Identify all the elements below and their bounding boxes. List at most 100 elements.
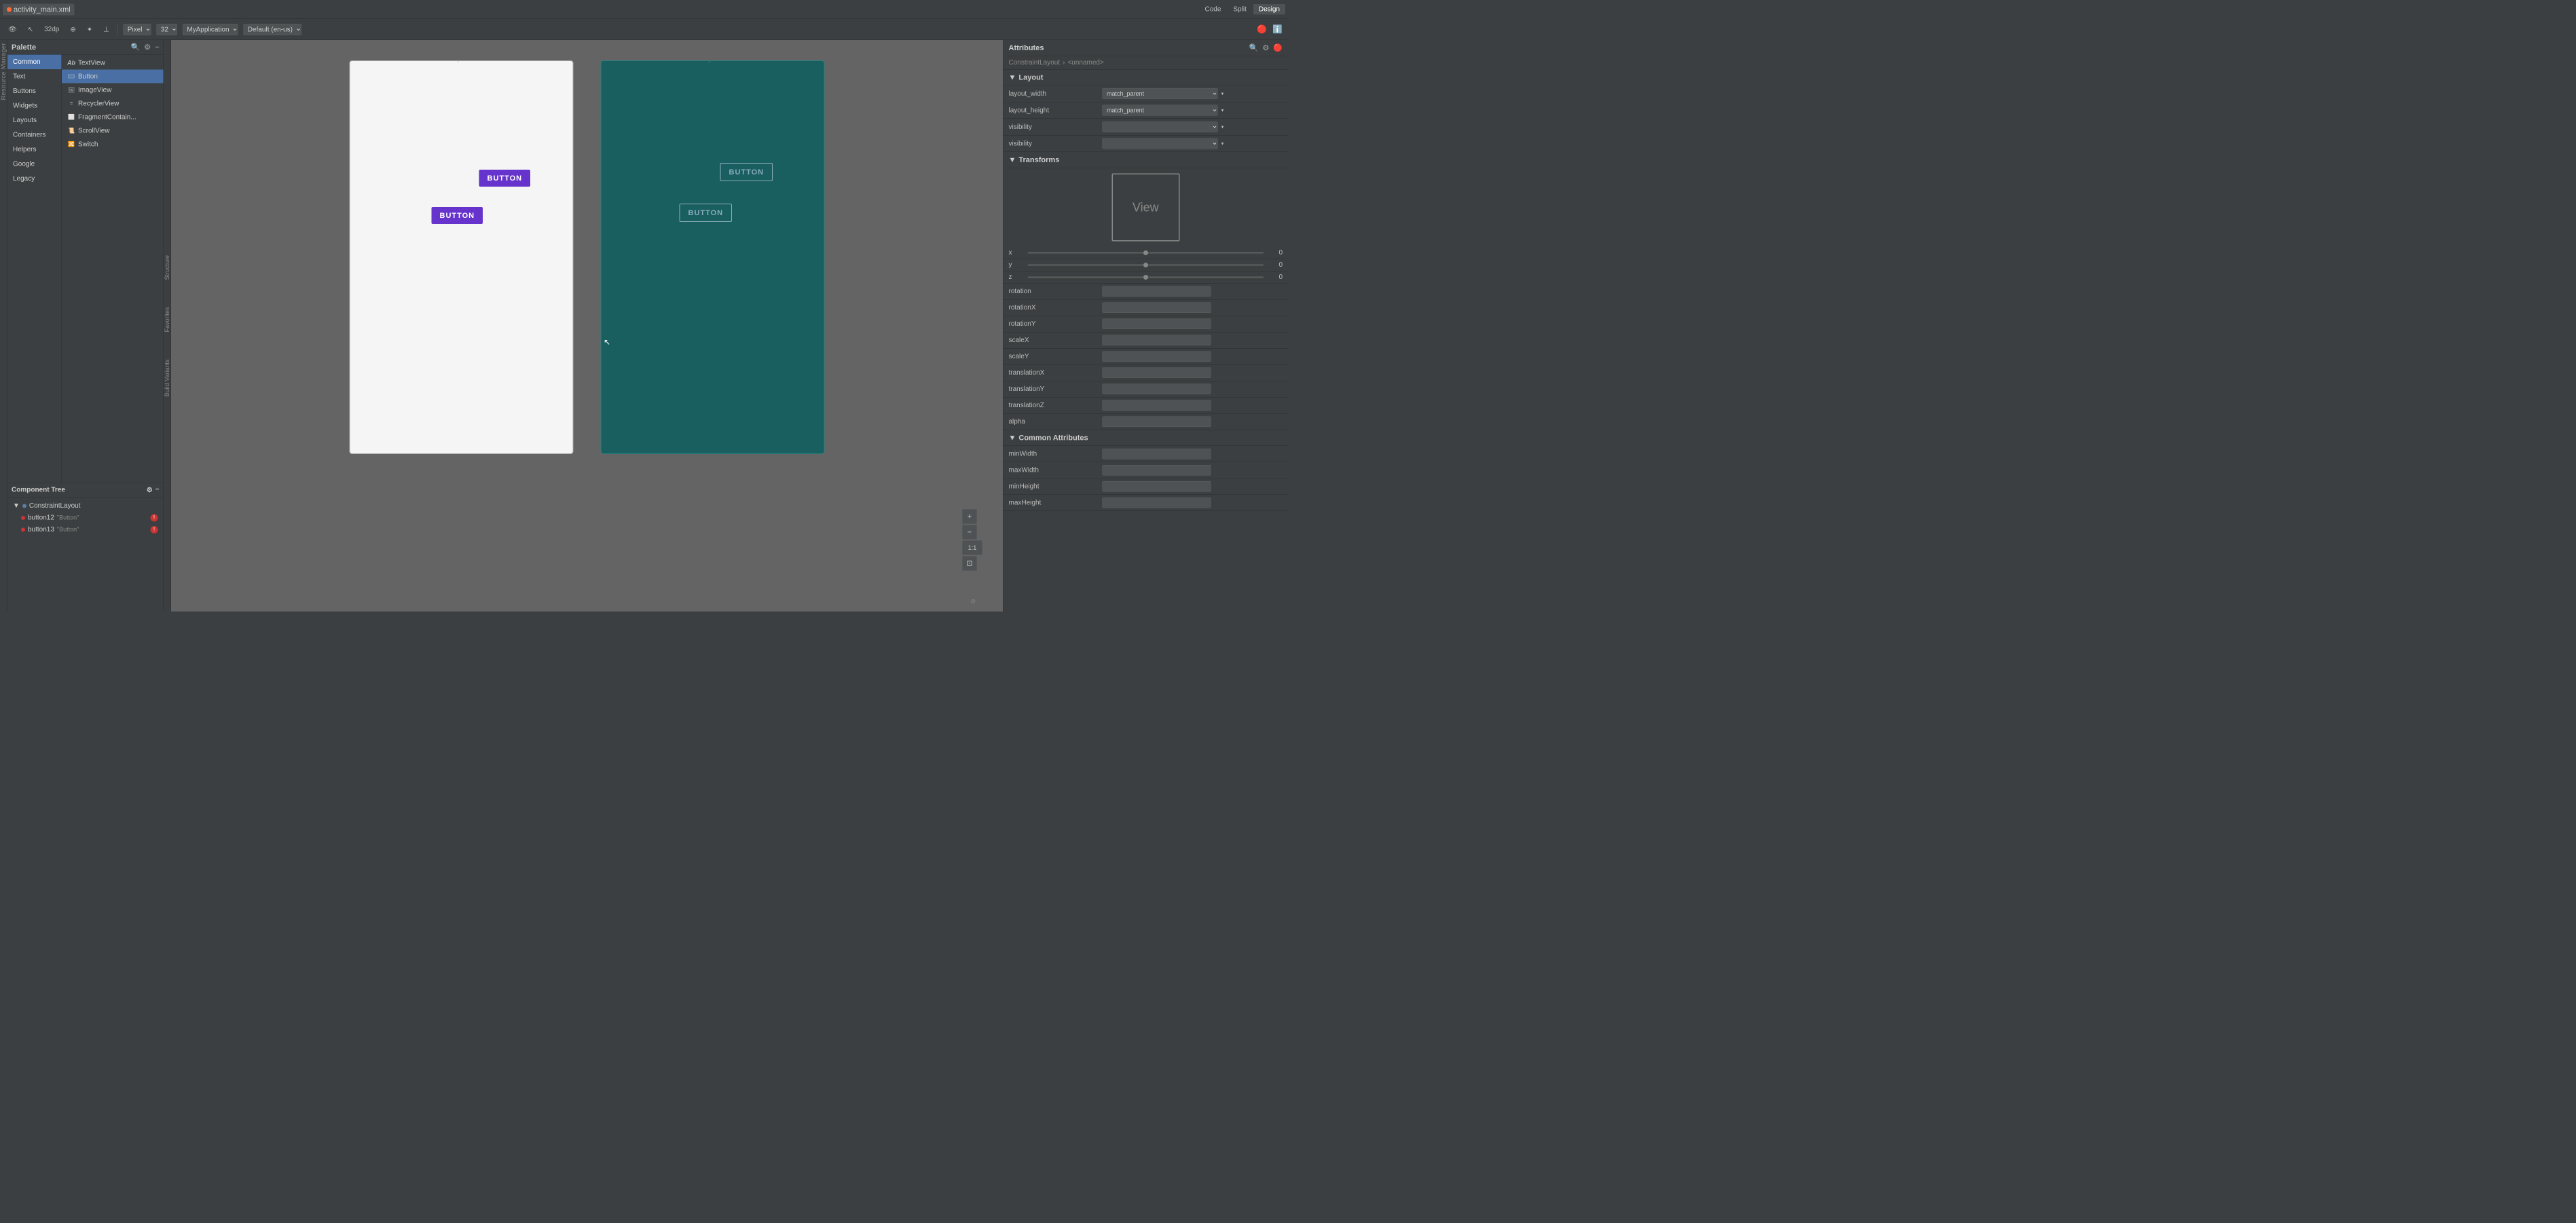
tree-item-button12[interactable]: button12 "Button" ! <box>7 512 164 524</box>
tree-minus-icon[interactable]: − <box>155 486 160 495</box>
canvas-button-3[interactable]: BUTTON <box>720 163 773 181</box>
layout-width-dropdown[interactable]: ▼ <box>1221 92 1225 96</box>
layout-height-value: match_parent ▼ <box>1103 105 1283 116</box>
alpha-input[interactable] <box>1103 417 1211 428</box>
widget-imageview[interactable]: 🖼 ImageView <box>62 83 164 97</box>
transforms-section-title[interactable]: ▼ Transforms <box>1004 152 1289 168</box>
minHeight-input[interactable] <box>1103 481 1211 492</box>
tab-design[interactable]: Design <box>1253 4 1285 15</box>
cat-google[interactable]: Google <box>7 157 62 172</box>
zoom-ratio-btn[interactable]: 1:1 <box>962 540 982 555</box>
scaleY-input[interactable] <box>1103 352 1211 362</box>
favorites-tab[interactable]: Favorites <box>164 307 171 332</box>
palette-settings-icon[interactable]: ⚙ <box>144 43 151 52</box>
layout-section-title[interactable]: ▼ Layout <box>1004 70 1289 86</box>
layout-height-select[interactable]: match_parent <box>1103 105 1218 116</box>
translationX-input[interactable] <box>1103 368 1211 379</box>
palette-search-icon[interactable]: 🔍 <box>131 43 141 52</box>
widget-button-label: Button <box>78 73 98 81</box>
cat-layouts[interactable]: Layouts <box>7 113 62 128</box>
tab-split[interactable]: Split <box>1228 4 1251 15</box>
design-canvas[interactable]: 📌 BUTTON BUTTON 📌 BUTTON BUTTON ↖ <box>171 40 1003 612</box>
component-tree-title: Component Tree <box>12 486 65 494</box>
cat-legacy[interactable]: Legacy <box>7 172 62 187</box>
scaleX-input[interactable] <box>1103 335 1211 346</box>
tree-button13-label: button13 <box>28 526 54 534</box>
magic-icon[interactable]: ✦ <box>84 24 95 35</box>
attr-warning-icon: 🔴 <box>1273 43 1283 52</box>
layout-height-dropdown[interactable]: ▼ <box>1221 108 1225 113</box>
cat-text[interactable]: Text <box>7 69 62 84</box>
rotationX-input[interactable] <box>1103 303 1211 314</box>
tree-settings-icon[interactable]: ⚙ <box>147 486 153 495</box>
fit-btn[interactable]: ⊡ <box>962 556 977 571</box>
attr-breadcrumb: ConstraintLayout › <unnamed> <box>1004 56 1289 70</box>
widget-imageview-label: ImageView <box>78 86 111 94</box>
constraint-icon[interactable]: ⊕ <box>67 24 78 35</box>
palette-panel: Palette 🔍 ⚙ − Common Text Buttons Widget… <box>7 40 164 612</box>
translationY-input[interactable] <box>1103 384 1211 395</box>
file-tab[interactable]: activity_main.xml <box>3 3 75 15</box>
visibility-select-2[interactable] <box>1103 138 1218 149</box>
attr-settings-icon[interactable]: ⚙ <box>1262 43 1269 52</box>
align-icon[interactable]: ⊥ <box>100 24 112 35</box>
visibility-dropdown-2[interactable]: ▼ <box>1221 141 1225 146</box>
translationZ-input[interactable] <box>1103 400 1211 411</box>
tree-item-constraintlayout[interactable]: ▼ ConstraintLayout <box>7 500 164 512</box>
rotation-prop-input[interactable] <box>1103 286 1211 297</box>
widget-scrollview[interactable]: 📜 ScrollView <box>62 124 164 138</box>
visibility-select-1[interactable] <box>1103 121 1218 132</box>
maxHeight-input[interactable] <box>1103 497 1211 508</box>
tree-item-button13[interactable]: button13 "Button" ! <box>7 524 164 536</box>
visibility-dropdown-1[interactable]: ▼ <box>1221 125 1225 130</box>
visibility-label-1: visibility <box>1009 123 1097 131</box>
structure-tab[interactable]: Structure <box>164 255 171 280</box>
attr-search-icon[interactable]: 🔍 <box>1249 43 1259 52</box>
widget-recyclerview[interactable]: ≡ RecyclerView <box>62 97 164 111</box>
layout-width-select[interactable]: match_parent <box>1103 88 1218 99</box>
scaleY-row: scaleY <box>1004 349 1289 365</box>
build-tab[interactable]: Build Variants <box>164 359 171 396</box>
minWidth-row: minWidth <box>1004 446 1289 462</box>
cat-buttons[interactable]: Buttons <box>7 84 62 99</box>
rotationY-input[interactable] <box>1103 319 1211 330</box>
cat-common[interactable]: Common <box>7 55 62 70</box>
cat-widgets[interactable]: Widgets <box>7 98 62 113</box>
error-indicator: 🔴 <box>1257 24 1267 35</box>
tab-code[interactable]: Code <box>1200 4 1227 15</box>
canvas-button-2[interactable]: BUTTON <box>432 207 483 224</box>
cat-helpers[interactable]: Helpers <box>7 143 62 157</box>
pixel-select[interactable]: Pixel <box>123 24 151 35</box>
canvas-button-4[interactable]: BUTTON <box>680 204 733 222</box>
cursor-icon[interactable]: ↖ <box>25 24 36 35</box>
minWidth-input[interactable] <box>1103 449 1211 459</box>
tree-button13-sublabel: "Button" <box>57 526 79 533</box>
odp-btn[interactable]: 32dp <box>41 24 62 35</box>
tree-constraintlayout-label: ConstraintLayout <box>29 502 81 510</box>
common-attr-section-title[interactable]: ▼ Common Attributes <box>1004 430 1289 447</box>
widget-fragmentcontainer[interactable]: ⬜ FragmentContain... <box>62 111 164 124</box>
design-canvas-area: 📌 BUTTON BUTTON 📌 BUTTON BUTTON ↖ + − 1:… <box>171 40 1003 612</box>
alpha-row: alpha <box>1004 414 1289 430</box>
widget-switch[interactable]: 🔀 Switch <box>62 138 164 151</box>
maxWidth-input[interactable] <box>1103 465 1211 476</box>
transforms-chevron: ▼ <box>1009 155 1016 164</box>
app-select[interactable]: MyApplication <box>183 24 238 35</box>
cat-containers[interactable]: Containers <box>7 128 62 143</box>
rotation-x-row: x 0 <box>1004 247 1289 259</box>
canvas-button-1[interactable]: BUTTON <box>479 170 531 187</box>
rotation-z-slider[interactable] <box>1028 276 1264 278</box>
toggle-icon[interactable]: 👁 <box>5 24 20 35</box>
widget-textview[interactable]: Ab TextView <box>62 56 164 70</box>
zoom-in-btn[interactable]: + <box>962 509 977 524</box>
layout-dot <box>22 504 26 508</box>
widget-button[interactable]: Button <box>62 70 164 83</box>
locale-select[interactable]: Default (en-us) <box>243 24 301 35</box>
rotation-x-slider[interactable] <box>1028 252 1264 253</box>
zoom-out-btn[interactable]: − <box>962 525 977 540</box>
palette-minus-icon[interactable]: − <box>155 43 159 52</box>
resource-manager-label[interactable]: Resource Manager <box>0 43 7 100</box>
rotation-y-slider[interactable] <box>1028 264 1264 265</box>
zoom-select[interactable]: 32 <box>156 24 177 35</box>
tab-dot <box>7 7 12 12</box>
